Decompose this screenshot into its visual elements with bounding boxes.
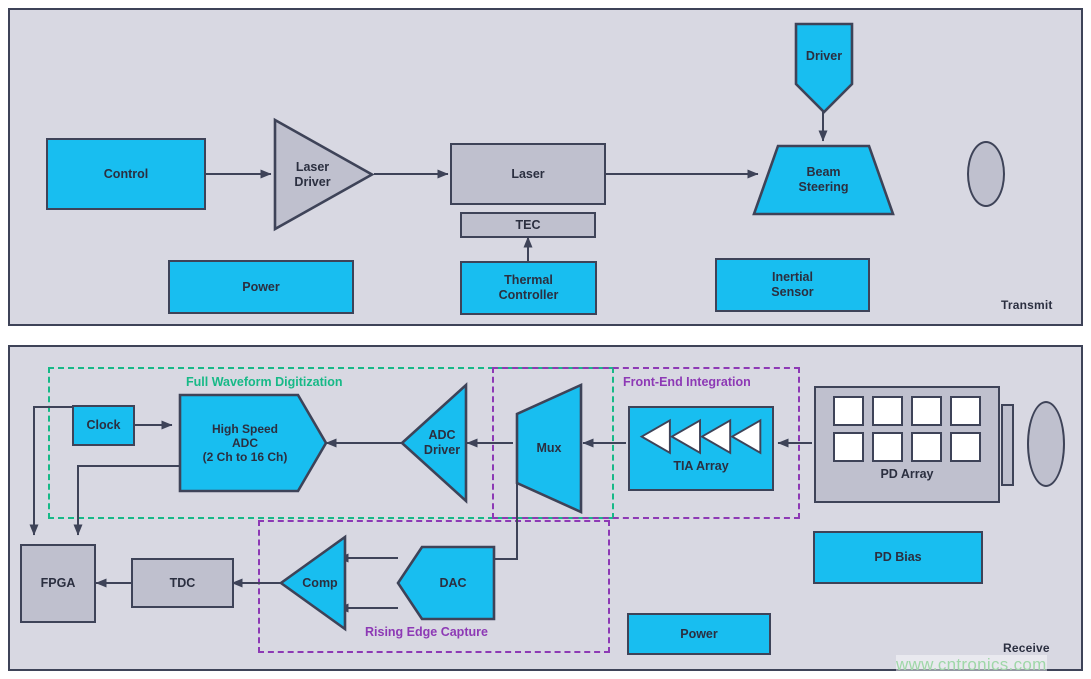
receive-optical-filter <box>1001 404 1014 486</box>
block-transmit-power-label: Power <box>242 279 280 294</box>
block-pd-array[interactable]: PD Array <box>814 386 1000 503</box>
transmit-lens <box>967 141 1005 207</box>
block-transmit-power[interactable]: Power <box>168 260 354 314</box>
block-receive-power-label: Power <box>680 626 718 641</box>
block-dac[interactable]: DAC <box>396 545 496 621</box>
block-thermal-controller[interactable]: Thermal Controller <box>460 261 597 315</box>
pd-cell <box>833 396 864 426</box>
block-laser[interactable]: Laser <box>450 143 606 205</box>
block-control[interactable]: Control <box>46 138 206 210</box>
pd-cell <box>872 432 903 462</box>
pd-cell <box>872 396 903 426</box>
block-adc-driver[interactable]: ADC Driver <box>400 383 468 503</box>
pd-array-grid <box>833 396 981 462</box>
block-mux[interactable]: Mux <box>515 383 583 514</box>
receive-panel-label: Receive <box>1003 641 1050 655</box>
block-inertial-sensor-label: Inertial Sensor <box>771 270 814 299</box>
block-laser-driver-label: Laser Driver <box>294 159 331 189</box>
pd-cell <box>833 432 864 462</box>
block-high-speed-adc[interactable]: High Speed ADC (2 Ch to 16 Ch) <box>178 393 328 493</box>
lidar-block-diagram: Control Laser Driver Laser TEC Thermal C… <box>0 0 1091 679</box>
block-pd-array-label: PD Array <box>880 467 934 481</box>
block-tec[interactable]: TEC <box>460 212 596 238</box>
block-high-speed-adc-label: High Speed ADC (2 Ch to 16 Ch) <box>202 421 288 465</box>
block-tdc[interactable]: TDC <box>131 558 234 608</box>
block-driver[interactable]: Driver <box>794 22 854 114</box>
block-tia-array-label: TIA Array <box>673 459 729 474</box>
block-fpga[interactable]: FPGA <box>20 544 96 623</box>
block-pd-bias[interactable]: PD Bias <box>813 531 983 584</box>
block-mux-label: Mux <box>536 441 562 456</box>
block-laser-label: Laser <box>511 166 545 181</box>
block-pd-bias-label: PD Bias <box>874 550 922 565</box>
pd-cell <box>911 396 942 426</box>
pd-cell <box>950 396 981 426</box>
group-label-rising-edge: Rising Edge Capture <box>365 625 488 639</box>
block-beam-steering[interactable]: Beam Steering <box>752 144 895 216</box>
receive-lens <box>1027 401 1065 487</box>
block-clock-label: Clock <box>86 418 121 433</box>
block-driver-label: Driver <box>805 48 843 63</box>
block-tdc-label: TDC <box>169 575 196 590</box>
block-comp-label: Comp <box>302 575 338 590</box>
block-laser-driver[interactable]: Laser Driver <box>273 118 374 231</box>
block-tia-array[interactable]: TIA Array <box>628 406 774 491</box>
block-comp[interactable]: Comp <box>279 535 347 631</box>
block-clock[interactable]: Clock <box>72 405 135 446</box>
block-inertial-sensor[interactable]: Inertial Sensor <box>715 258 870 312</box>
pd-cell <box>950 432 981 462</box>
block-dac-label: DAC <box>439 575 467 590</box>
group-label-front-end: Front-End Integration <box>623 375 751 389</box>
group-label-full-waveform: Full Waveform Digitization <box>186 375 343 389</box>
block-thermal-controller-label: Thermal Controller <box>498 273 559 302</box>
pd-cell <box>911 432 942 462</box>
site-watermark: www.cntronics.com <box>896 655 1047 675</box>
block-receive-power[interactable]: Power <box>627 613 771 655</box>
block-tec-label: TEC <box>515 217 541 232</box>
transmit-panel-label: Transmit <box>1001 298 1053 312</box>
block-beam-steering-label: Beam Steering <box>798 165 849 194</box>
block-adc-driver-label: ADC Driver <box>423 428 461 457</box>
block-control-label: Control <box>103 166 149 181</box>
block-fpga-label: FPGA <box>40 576 76 591</box>
